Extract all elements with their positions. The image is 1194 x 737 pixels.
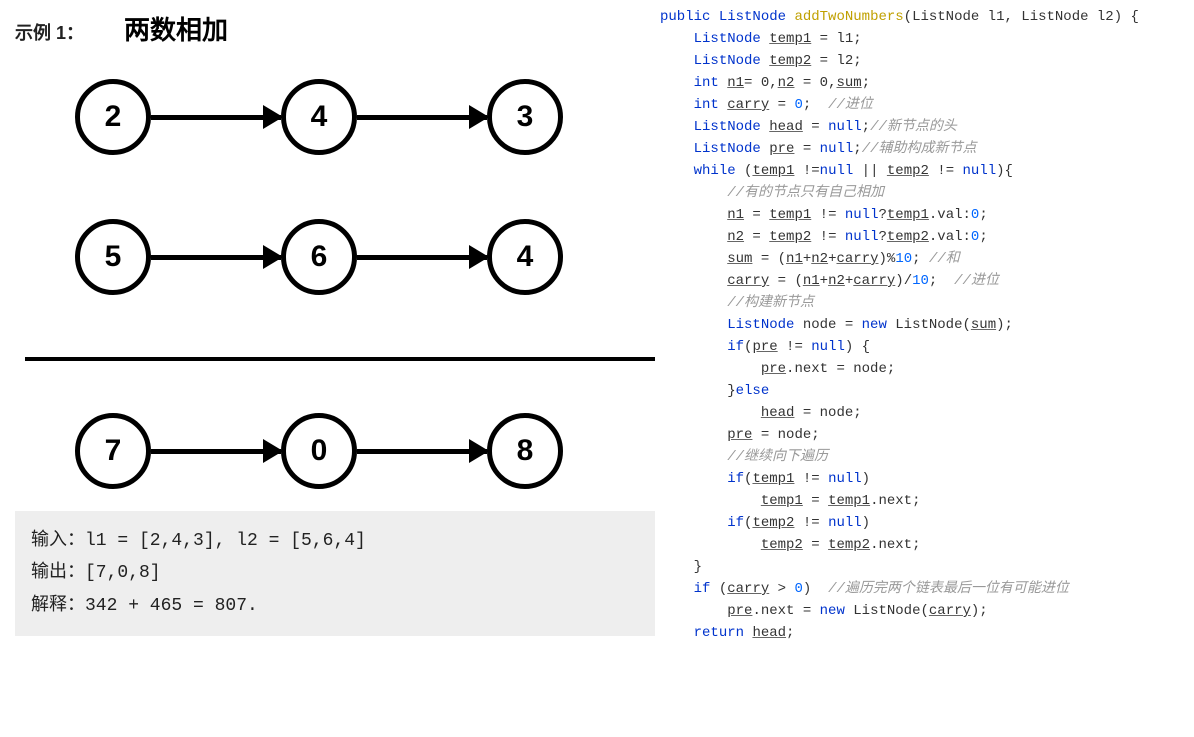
explanation-output: 输出：[7,0,8] [31, 557, 639, 589]
divider-icon [25, 357, 655, 361]
code-line: int n1= 0,n2 = 0,sum; [660, 72, 1194, 94]
code-line: }else [660, 380, 1194, 402]
code-line: while (temp1 !=null || temp2 != null){ [660, 160, 1194, 182]
example-label: 示例 1： [15, 19, 84, 45]
code-line: pre = node; [660, 424, 1194, 446]
list-node: 2 [75, 79, 151, 155]
code-line: pre.next = new ListNode(carry); [660, 600, 1194, 622]
list-node: 4 [281, 79, 357, 155]
arrow-icon [357, 115, 487, 120]
code-line: ListNode node = new ListNode(sum); [660, 314, 1194, 336]
explanation-box: 输入：l1 = [2,4,3], l2 = [5,6,4] 输出：[7,0,8]… [15, 511, 655, 636]
code-line: temp1 = temp1.next; [660, 490, 1194, 512]
problem-title: 两数相加 [124, 10, 228, 47]
code-line: ListNode pre = null;//辅助构成新节点 [660, 138, 1194, 160]
code-line: n2 = temp2 != null?temp2.val:0; [660, 226, 1194, 248]
code-line: pre.next = node; [660, 358, 1194, 380]
code-line: carry = (n1+n2+carry)/10; //进位 [660, 270, 1194, 292]
arrow-icon [151, 255, 281, 260]
code-line: temp2 = temp2.next; [660, 534, 1194, 556]
code-line: if(pre != null) { [660, 336, 1194, 358]
code-line: //构建新节点 [660, 292, 1194, 314]
code-line: if(temp2 != null) [660, 512, 1194, 534]
code-panel: public ListNode addTwoNumbers(ListNode l… [660, 0, 1194, 737]
code-line: ListNode head = null;//新节点的头 [660, 116, 1194, 138]
code-line: } [660, 556, 1194, 578]
code-line: if(temp1 != null) [660, 468, 1194, 490]
linked-list-row-result: 7 0 8 [75, 411, 645, 491]
code-line: public ListNode addTwoNumbers(ListNode l… [660, 6, 1194, 28]
list-node: 7 [75, 413, 151, 489]
list-node: 6 [281, 219, 357, 295]
explanation-input: 输入：l1 = [2,4,3], l2 = [5,6,4] [31, 525, 639, 557]
linked-list-row-1: 2 4 3 [75, 77, 645, 157]
explanation-detail: 解释：342 + 465 = 807. [31, 590, 639, 622]
code-line: return head; [660, 622, 1194, 644]
arrow-icon [151, 449, 281, 454]
code-line: ListNode temp1 = l1; [660, 28, 1194, 50]
code-line: //有的节点只有自己相加 [660, 182, 1194, 204]
code-line: sum = (n1+n2+carry)%10; //和 [660, 248, 1194, 270]
header-row: 示例 1： 两数相加 [15, 10, 645, 47]
list-node: 8 [487, 413, 563, 489]
code-line: //继续向下遍历 [660, 446, 1194, 468]
arrow-icon [357, 449, 487, 454]
list-node: 3 [487, 79, 563, 155]
code-line: n1 = temp1 != null?temp1.val:0; [660, 204, 1194, 226]
diagram-panel: 示例 1： 两数相加 2 4 3 5 6 4 7 0 8 输入：l1 = [2,… [0, 0, 660, 737]
arrow-icon [357, 255, 487, 260]
list-node: 4 [487, 219, 563, 295]
arrow-icon [151, 115, 281, 120]
list-node: 0 [281, 413, 357, 489]
code-line: head = node; [660, 402, 1194, 424]
code-line: ListNode temp2 = l2; [660, 50, 1194, 72]
list-node: 5 [75, 219, 151, 295]
code-line: if (carry > 0) //遍历完两个链表最后一位有可能进位 [660, 578, 1194, 600]
linked-list-row-2: 5 6 4 [75, 217, 645, 297]
code-line: int carry = 0; //进位 [660, 94, 1194, 116]
